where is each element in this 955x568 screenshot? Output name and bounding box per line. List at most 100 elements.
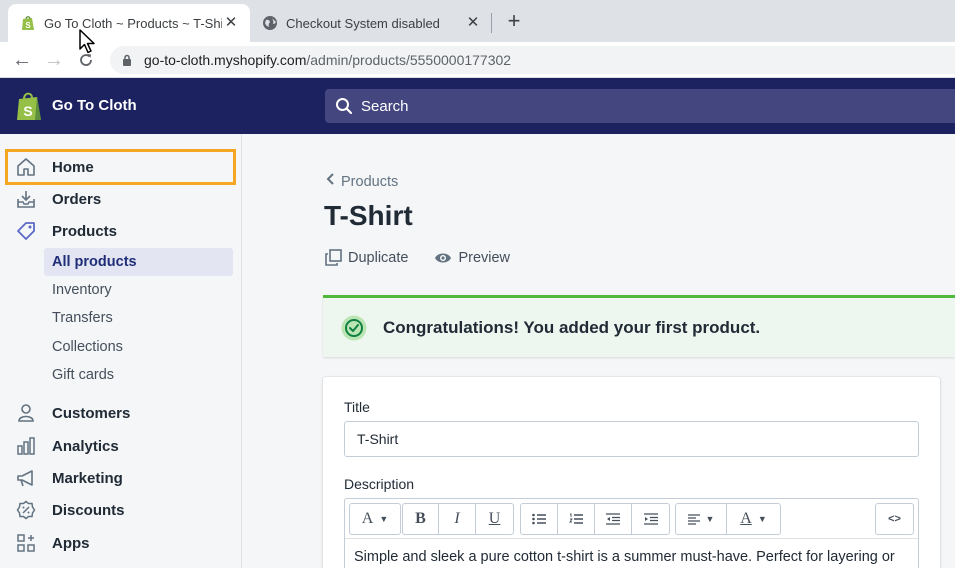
tab-checkout[interactable]: Checkout System disabled ✕ <box>252 4 492 42</box>
address-bar: ← → go-to-cloth.myshopify.com/admin/prod… <box>0 42 955 78</box>
underline-label: U <box>488 510 501 527</box>
chevron-left-icon <box>325 172 335 191</box>
preview-label: Preview <box>458 249 511 266</box>
sidebar-subitem-inventory[interactable]: Inventory <box>44 276 233 304</box>
discount-icon <box>15 499 37 521</box>
sidebar-item-home[interactable]: Home <box>0 151 242 183</box>
search-icon <box>335 97 353 115</box>
shopify-icon: S <box>20 15 36 31</box>
list-group <box>520 503 670 535</box>
sidebar-item-products[interactable]: Products <box>0 215 242 247</box>
sidebar-item-apps[interactable]: Apps <box>0 527 242 559</box>
svg-text:S: S <box>25 21 31 30</box>
description-text: Simple and sleek a pure cotton t-shirt i… <box>354 549 895 565</box>
text-color-label: A <box>740 510 752 527</box>
sidebar-item-label: Customers <box>52 404 131 422</box>
url-field[interactable]: go-to-cloth.myshopify.com/admin/products… <box>110 46 955 74</box>
tab-products[interactable]: S Go To Cloth ~ Products ~ T-Shirt ✕ <box>8 4 250 42</box>
page-actions: Duplicate Preview <box>325 249 536 266</box>
outdent-button[interactable] <box>595 504 632 534</box>
outdent-icon <box>606 513 620 525</box>
shopify-logo-icon[interactable]: S <box>16 91 42 121</box>
sidebar-item-discounts[interactable]: Discounts <box>0 494 242 526</box>
indent-button[interactable] <box>632 504 669 534</box>
bold-label: B <box>415 510 426 527</box>
italic-button[interactable]: I <box>439 504 476 534</box>
orders-icon <box>15 188 37 210</box>
sidebar-subitem-label: Inventory <box>52 282 112 298</box>
sidebar-item-orders[interactable]: Orders <box>0 183 242 215</box>
sidebar-subitem-label: All products <box>52 254 137 270</box>
breadcrumb-label: Products <box>341 173 399 190</box>
mouse-cursor-icon <box>78 28 98 56</box>
editor-toolbar: A ▼ B I U ▼ A ▼ <> <box>345 499 918 539</box>
sidebar-item-label: Discounts <box>52 501 125 519</box>
store-name[interactable]: Go To Cloth <box>52 97 137 114</box>
new-tab-icon[interactable]: + <box>503 10 525 33</box>
home-icon <box>15 156 37 178</box>
description-label: Description <box>344 476 415 492</box>
html-group: <> <box>875 503 914 535</box>
sidebar-item-label: Orders <box>52 190 102 208</box>
sidebar: Home Orders Products All products Invent… <box>0 134 242 568</box>
svg-text:S: S <box>23 103 32 119</box>
tab-separator <box>491 13 492 33</box>
sidebar-subitem-transfers[interactable]: Transfers <box>44 304 233 332</box>
forward-arrow-icon[interactable]: → <box>42 48 66 72</box>
sidebar-subitem-label: Gift cards <box>52 367 115 383</box>
eye-icon <box>434 251 452 265</box>
sidebar-subitem-gift-cards[interactable]: Gift cards <box>44 361 233 389</box>
main-content: Products T-Shirt Duplicate Preview Congr… <box>243 134 955 568</box>
sidebar-item-label: Home <box>52 158 94 176</box>
tab-title: Go To Cloth ~ Products ~ T-Shirt <box>44 15 222 31</box>
sidebar-subitem-all-products[interactable]: All products <box>44 248 233 276</box>
align-button[interactable]: ▼ <box>676 504 727 534</box>
text-color-button[interactable]: A ▼ <box>727 504 780 534</box>
description-editor[interactable]: A ▼ B I U ▼ A ▼ <> Simple and sleek a pu… <box>344 498 919 568</box>
numbered-list-button[interactable] <box>558 504 595 534</box>
duplicate-icon <box>325 249 342 266</box>
bold-button[interactable]: B <box>403 504 439 534</box>
title-field[interactable] <box>344 421 919 457</box>
chevron-down-icon: ▼ <box>757 514 767 524</box>
sidebar-item-label: Products <box>52 222 118 240</box>
close-icon[interactable]: ✕ <box>222 14 240 32</box>
show-html-button[interactable]: <> <box>876 504 913 534</box>
person-icon <box>15 402 37 424</box>
sidebar-item-marketing[interactable]: Marketing <box>0 462 242 494</box>
title-label: Title <box>344 399 370 415</box>
sidebar-item-label: Apps <box>52 534 90 552</box>
banner-message: Congratulations! You added your first pr… <box>383 317 761 337</box>
page-title: T-Shirt <box>324 200 413 231</box>
admin-top-bar: S Go To Cloth Search <box>0 78 955 134</box>
font-style-button[interactable]: A ▼ <box>350 504 400 534</box>
breadcrumb[interactable]: Products <box>325 172 398 191</box>
font-group: A ▼ <box>349 503 401 535</box>
numbered-list-icon <box>569 513 583 524</box>
product-details-card: Title Description A▼ B I U <box>323 377 940 568</box>
italic-label: I <box>454 510 460 527</box>
text-format-group: B I U <box>402 503 514 535</box>
indent-icon <box>643 513 658 525</box>
chevron-down-icon: ▼ <box>379 514 389 524</box>
back-arrow-icon[interactable]: ← <box>10 48 34 72</box>
close-icon[interactable]: ✕ <box>464 14 482 32</box>
tab-title: Checkout System disabled <box>286 15 440 31</box>
bullet-list-button[interactable] <box>521 504 558 534</box>
bar-chart-icon <box>15 435 37 457</box>
sidebar-subitem-label: Transfers <box>52 310 113 326</box>
sidebar-subitem-collections[interactable]: Collections <box>44 333 233 361</box>
bullet-list-icon <box>532 513 546 525</box>
search-input[interactable]: Search <box>325 89 955 123</box>
check-circle-icon <box>341 315 367 341</box>
globe-icon <box>262 15 278 31</box>
duplicate-button[interactable]: Duplicate <box>325 249 408 266</box>
chevron-down-icon: ▼ <box>705 514 715 524</box>
underline-button[interactable]: U <box>476 504 513 534</box>
browser-tab-strip: S Go To Cloth ~ Products ~ T-Shirt ✕ Che… <box>0 0 955 42</box>
success-banner: Congratulations! You added your first pr… <box>323 295 955 357</box>
preview-button[interactable]: Preview <box>434 250 510 266</box>
sidebar-item-analytics[interactable]: Analytics <box>0 430 242 462</box>
megaphone-icon <box>15 467 37 489</box>
sidebar-item-customers[interactable]: Customers <box>0 397 242 429</box>
